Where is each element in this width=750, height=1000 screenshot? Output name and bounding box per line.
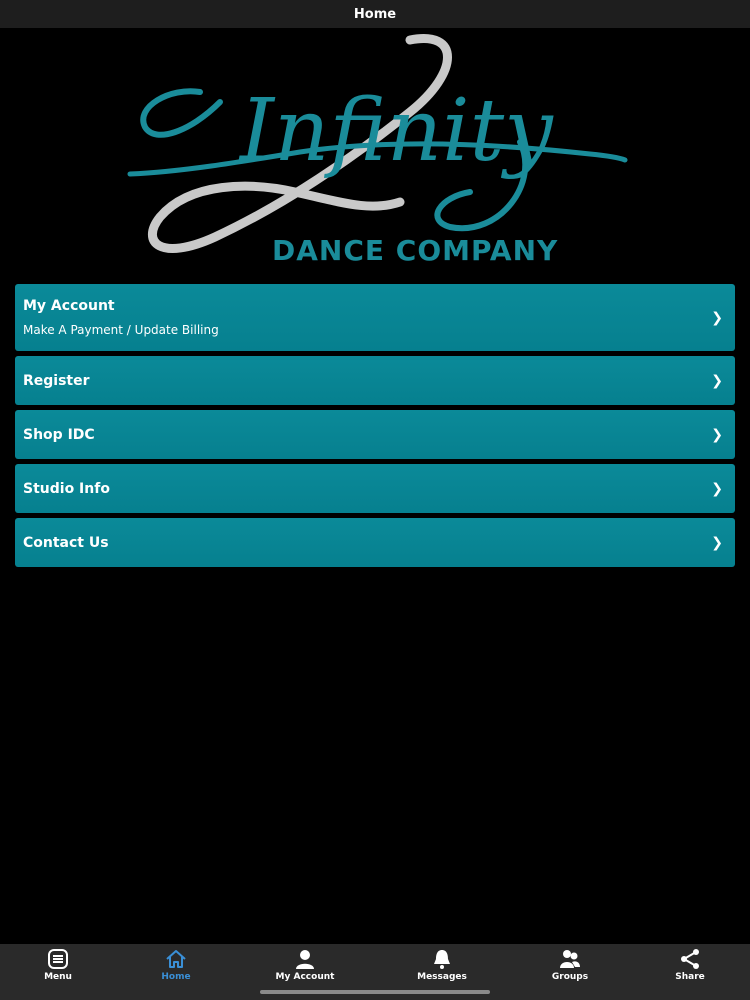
tab-groups[interactable]: Groups [515,948,625,986]
menu-item-register[interactable]: Register ❯ [15,356,735,405]
home-menu-list: My Account Make A Payment / Update Billi… [15,284,735,572]
tab-label: My Account [275,972,335,982]
home-indicator[interactable] [260,990,490,994]
tab-label: Home [161,972,191,982]
page-title: Home [353,6,397,22]
infinity-dance-company-logo: Infinity DANCE COMPANY [127,34,628,267]
menu-item-label: My Account [23,298,115,314]
tab-my-account[interactable]: My Account [250,948,360,986]
logo-subtitle: DANCE COMPANY [272,234,558,267]
menu-item-shop-idc[interactable]: Shop IDC ❯ [15,410,735,459]
tab-share[interactable]: Share [635,948,745,986]
share-icon [681,949,699,969]
chevron-right-icon: ❯ [711,534,723,551]
tab-messages[interactable]: Messages [387,948,497,986]
bell-icon [434,950,450,969]
chevron-right-icon: ❯ [711,480,723,497]
home-icon [166,950,186,968]
menu-item-label: Studio Info [23,480,110,497]
tab-label: Menu [44,972,72,982]
person-icon [296,950,314,969]
menu-item-sublabel: Make A Payment / Update Billing [23,323,219,337]
groups-icon [560,950,580,968]
tab-label: Groups [551,972,589,982]
chevron-right-icon: ❯ [711,309,723,326]
menu-item-label: Shop IDC [23,426,95,443]
chevron-right-icon: ❯ [711,372,723,389]
menu-item-contact-us[interactable]: Contact Us ❯ [15,518,735,567]
menu-item-label: Register [23,372,90,389]
logo-script-text: Infinity [238,81,554,181]
chevron-right-icon: ❯ [711,426,723,443]
menu-icon [48,949,68,969]
menu-item-studio-info[interactable]: Studio Info ❯ [15,464,735,513]
tab-home[interactable]: Home [121,948,231,986]
tab-label: Messages [417,972,467,982]
top-bar: Home [0,0,750,28]
menu-item-label: Contact Us [23,534,109,551]
menu-item-my-account[interactable]: My Account Make A Payment / Update Billi… [15,284,735,351]
tab-menu[interactable]: Menu [3,948,113,986]
tab-label: Share [675,972,705,982]
